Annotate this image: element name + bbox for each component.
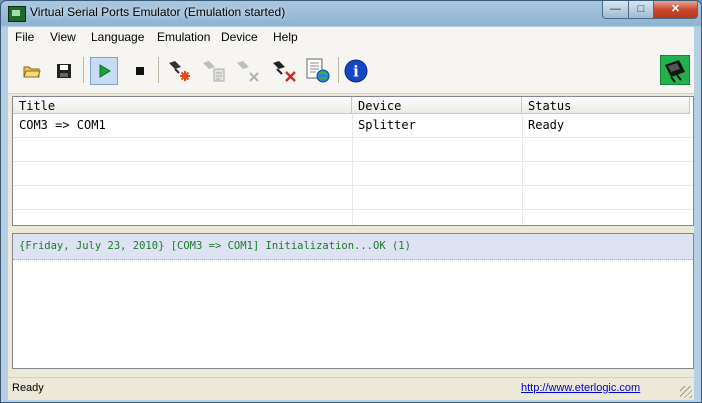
empty-table-row [13,138,693,162]
empty-table-row [13,186,693,210]
toolbar-separator [158,57,159,83]
serial-port-logo-icon [660,55,690,85]
table-row[interactable]: COM3 => COM1 Splitter Ready [13,114,693,138]
status-bar: Ready http://www.eterlogic.com [8,377,694,400]
toolbar: i [8,47,694,94]
info-icon: i [344,59,368,83]
new-device-button[interactable] [166,57,194,85]
menu-language[interactable]: Language [91,30,144,44]
window-title: Virtual Serial Ports Emulator (Emulation… [30,5,286,19]
eterlogic-logo [660,55,690,85]
resize-grip[interactable] [680,386,692,398]
open-button[interactable] [18,57,46,85]
column-divider [522,114,523,225]
about-button[interactable]: i [342,57,370,85]
title-bar[interactable]: Virtual Serial Ports Emulator (Emulation… [1,1,701,25]
client-area: File View Language Emulation Device Help [8,27,694,400]
device-table: Title Device Status COM3 => COM1 Splitte… [12,96,694,226]
menu-file[interactable]: File [15,30,34,44]
menu-device[interactable]: Device [221,30,258,44]
menu-help[interactable]: Help [273,30,298,44]
column-divider [352,114,353,225]
device-properties-button[interactable] [200,57,228,85]
play-icon [99,64,111,78]
column-header-device[interactable]: Device [352,97,522,114]
stop-emulation-button[interactable] [126,57,154,85]
delete-device-icon [273,61,296,82]
toolbar-separator [338,57,339,83]
network-settings-button[interactable] [304,57,332,85]
device-disable-icon [237,61,259,82]
column-header-status[interactable]: Status [522,97,690,114]
save-button[interactable] [50,57,78,85]
maximize-button[interactable]: □ [628,1,654,19]
minimize-button[interactable]: — [602,1,629,19]
empty-table-row [13,162,693,186]
row-title-cell: COM3 => COM1 [19,118,106,132]
device-disable-button[interactable] [234,57,262,85]
row-device-cell: Splitter [358,118,416,132]
stop-icon [136,67,144,75]
info-glyph: i [353,63,359,81]
main-window: Virtual Serial Ports Emulator (Emulation… [0,0,702,403]
start-emulation-button[interactable] [90,57,118,85]
menu-bar: File View Language Emulation Device Help [8,27,694,47]
open-folder-icon [23,66,41,78]
row-status-cell: Ready [528,118,565,132]
save-disk-icon [57,64,71,78]
toolbar-separator [83,57,84,83]
close-button[interactable]: ✕ [653,1,698,19]
new-device-icon [169,61,190,81]
network-settings-icon [306,58,330,83]
website-link[interactable]: http://www.eterlogic.com [521,382,640,394]
app-icon[interactable] [8,6,26,22]
log-entry[interactable]: {Friday, July 23, 2010} [COM3 => COM1] I… [13,234,693,260]
status-text: Ready [12,382,44,394]
log-panel[interactable]: {Friday, July 23, 2010} [COM3 => COM1] I… [12,233,694,369]
column-header-title[interactable]: Title [13,97,352,114]
device-properties-icon [203,61,225,82]
delete-device-button[interactable] [270,57,298,85]
menu-view[interactable]: View [50,30,76,44]
menu-emulation[interactable]: Emulation [157,30,210,44]
